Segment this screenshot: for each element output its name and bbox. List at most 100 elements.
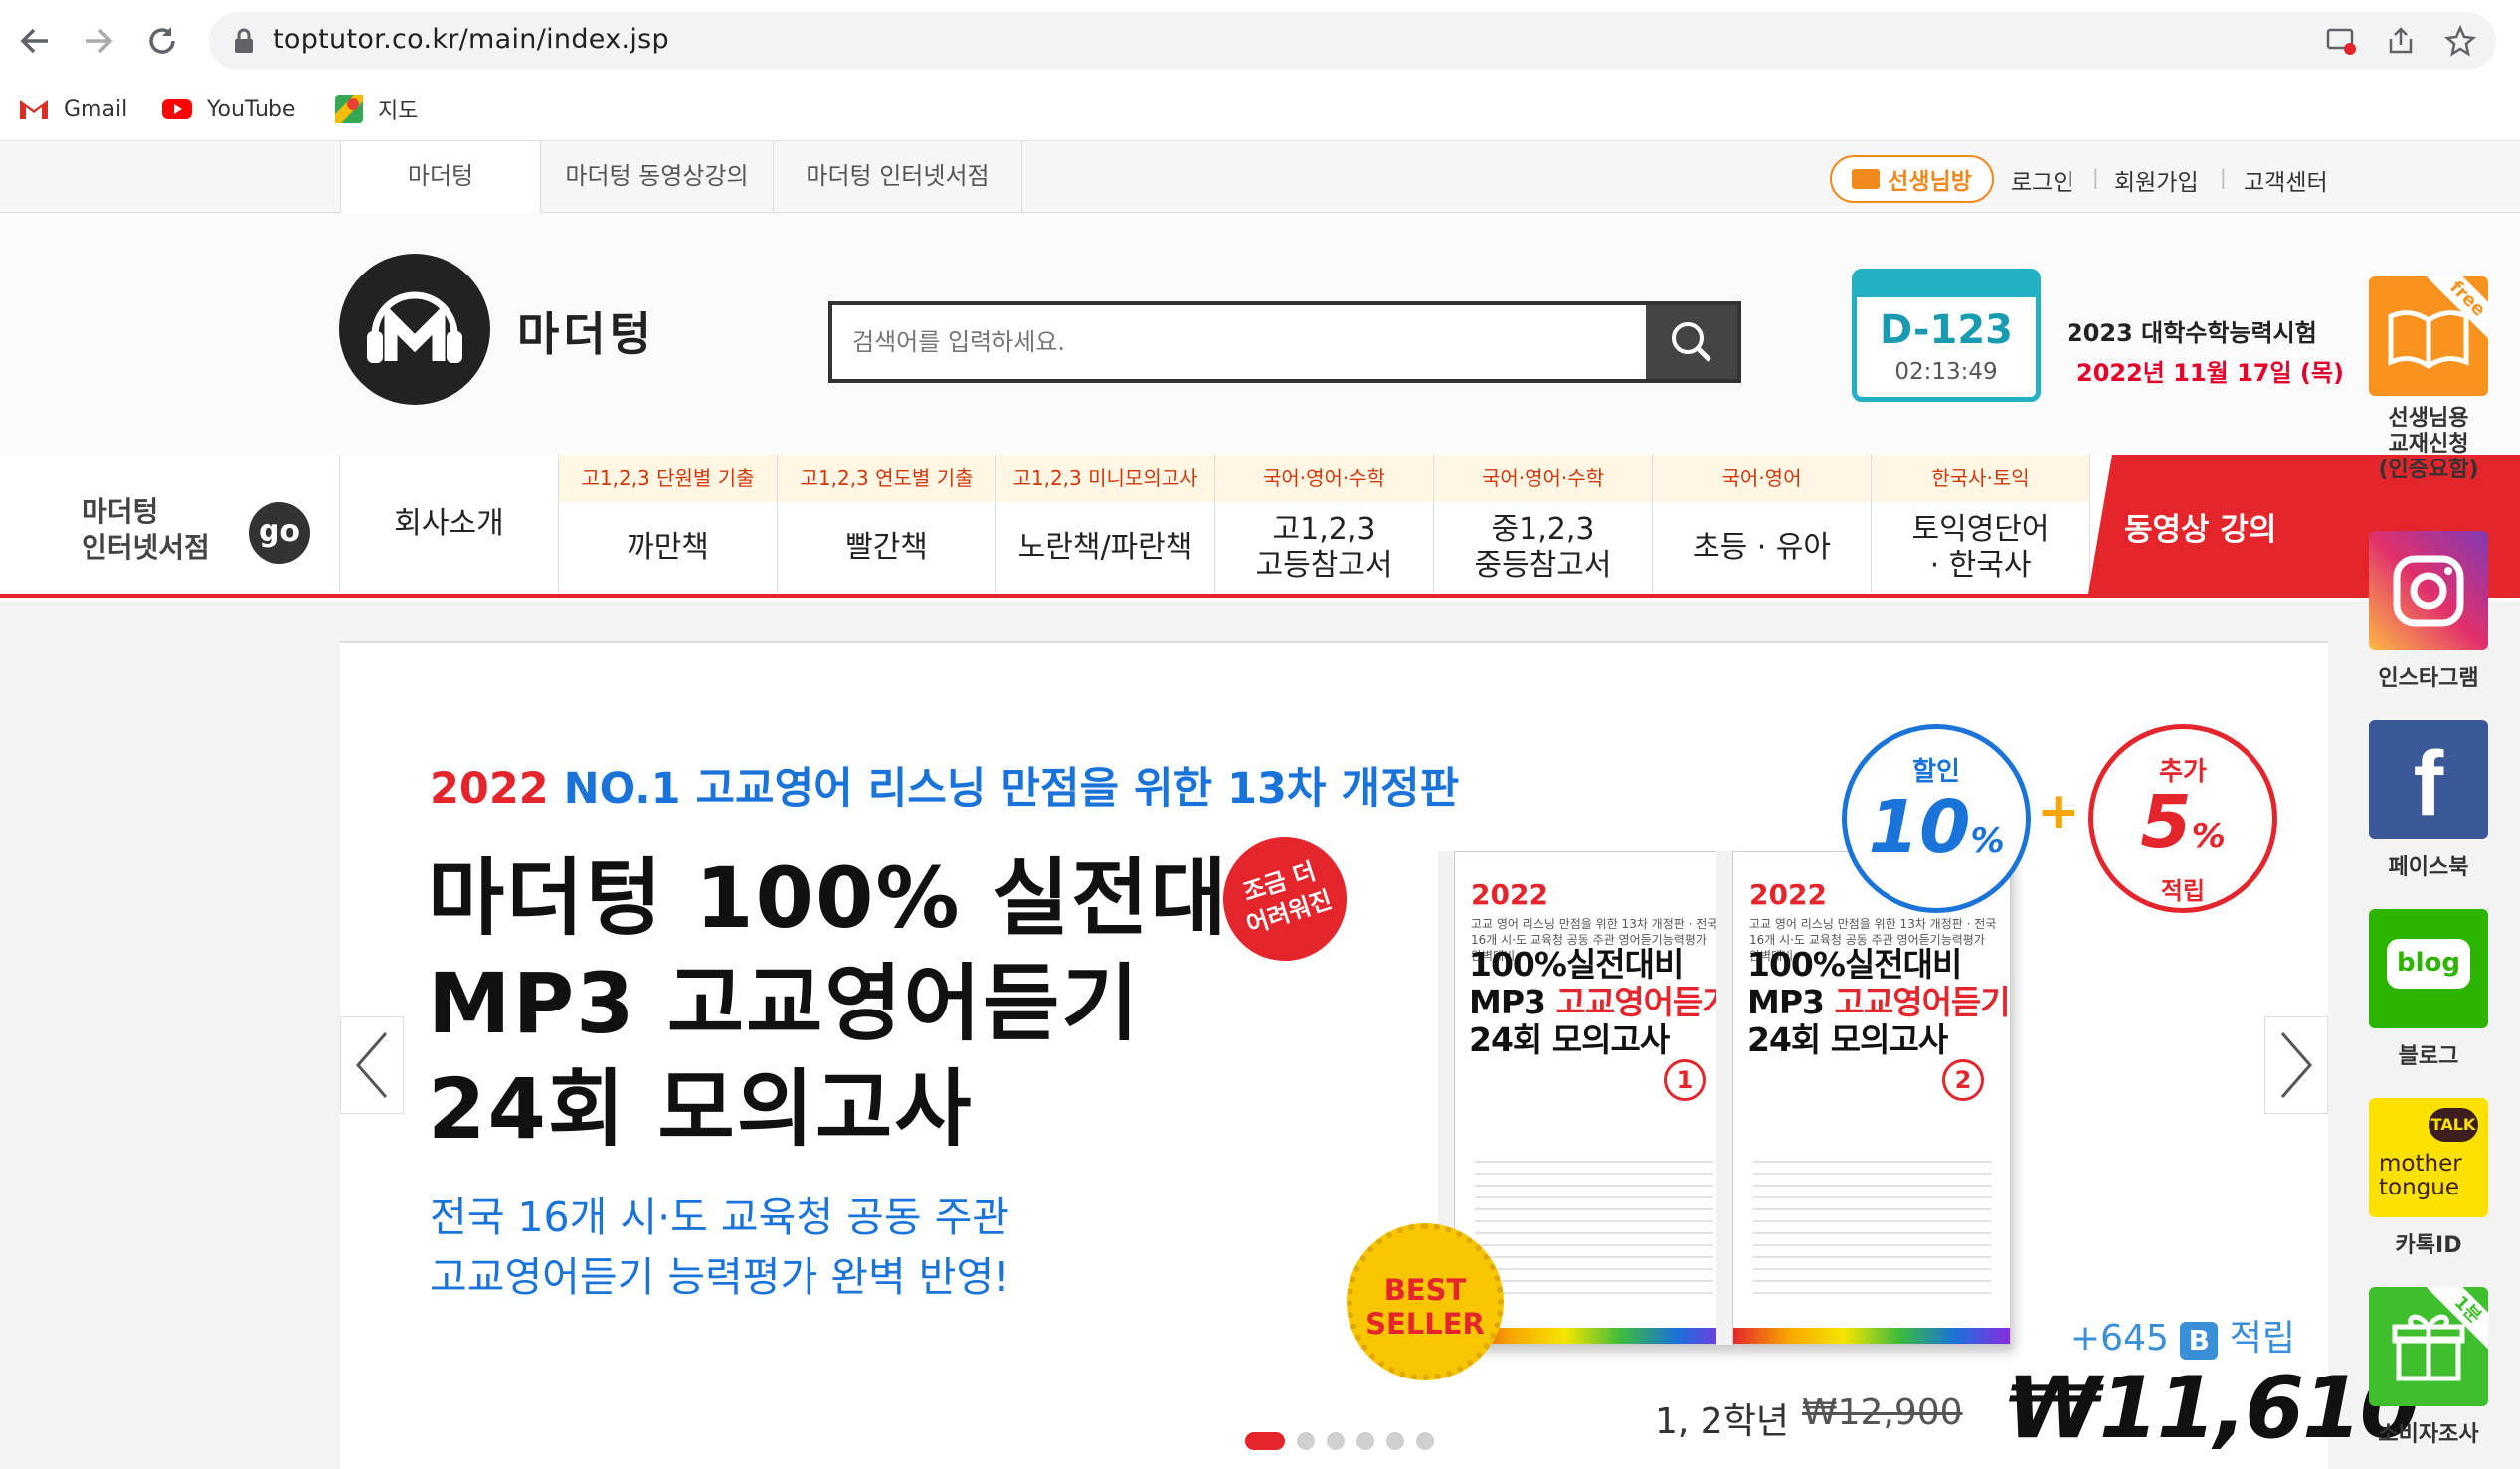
discount-number: 10 [1868, 785, 1971, 870]
teacher-book-request-label: 선생님용 교재신청 (인증요함) [2378, 406, 2479, 482]
search-button[interactable] [1646, 305, 1737, 379]
logo-text[interactable]: 마더텅 [517, 298, 655, 364]
search-input[interactable] [832, 305, 1646, 379]
browser-toolbar: toptutor.co.kr/main/index.jsp [0, 0, 2520, 84]
login-link[interactable]: 로그인 [2011, 163, 2073, 197]
best-seller-badge: BEST SELLER [1347, 1223, 1504, 1380]
book-text-lines [1475, 1151, 1713, 1300]
slide-dot[interactable] [1327, 1432, 1345, 1450]
cast-blocked-icon[interactable] [2325, 25, 2357, 57]
category-sub: 고1,2,3 단원별 기출 [559, 455, 777, 502]
next-slide-button[interactable] [2264, 1016, 2328, 1114]
kakao-button[interactable]: TALK mother tongue [2369, 1098, 2488, 1217]
slide-indicator [1245, 1428, 1446, 1454]
bookmark-gmail[interactable]: Gmail [18, 88, 127, 131]
chevron-right-icon [2280, 1032, 2312, 1098]
facebook-label: 페이스북 [2388, 855, 2469, 880]
slide-dot[interactable] [1386, 1432, 1404, 1450]
dday-counter: D-123 02:13:49 [1852, 269, 2041, 402]
slide-dot[interactable] [1297, 1432, 1315, 1450]
category-main: 까만책 [627, 530, 709, 565]
book-title-line: 100%실전대비 [1469, 945, 1684, 984]
address-bar[interactable]: toptutor.co.kr/main/index.jsp [209, 12, 2496, 70]
nav-category[interactable]: 고1,2,3 단원별 기출 까만책 [559, 455, 778, 594]
extra-number: 5 [2140, 780, 2192, 865]
internet-store-link[interactable]: 마더텅 인터넷서점 go [0, 455, 340, 594]
graduation-cap-icon [1852, 169, 1881, 189]
category-main: 토익영단어 · 한국사 [1911, 512, 2050, 583]
teacher-book-request-button[interactable]: free [2369, 276, 2488, 396]
bookmark-maps[interactable]: 지도 [334, 88, 418, 131]
back-icon[interactable] [8, 14, 62, 68]
share-icon[interactable] [2385, 25, 2417, 57]
instagram-label: 인스타그램 [2378, 666, 2479, 691]
forward-icon[interactable] [72, 14, 125, 68]
divider: | [2220, 165, 2227, 189]
extra-value: 5% [2093, 786, 2272, 871]
calendar-header [1857, 274, 2036, 297]
kakao-text: mother tongue [2379, 1152, 2462, 1199]
category-main: 빨간책 [845, 530, 928, 565]
extra-points-badge: 추가 5% 적립 [2088, 724, 2277, 913]
exam-title: 2023 대학수학능력시험 [2067, 319, 2317, 347]
category-sub: 국어·영어·수학 [1434, 455, 1652, 502]
nav-category[interactable]: 고1,2,3 연도별 기출 빨간책 [778, 455, 996, 594]
tab-internet-store[interactable]: 마더텅 인터넷서점 [774, 141, 1022, 213]
teacher-room-button[interactable]: 선생님방 [1830, 155, 1994, 203]
logo-icon[interactable] [339, 254, 490, 405]
category-sub: 한국사·토익 [1872, 455, 2089, 502]
book-title-line: MP3 고교영어듣기 [1747, 983, 2011, 1021]
prev-slide-button[interactable] [340, 1016, 404, 1114]
category-main: 노란책/파란책 [1017, 530, 1193, 565]
slide-dot[interactable] [1245, 1432, 1285, 1450]
slide-dot[interactable] [1416, 1432, 1434, 1450]
bookmark-star-icon[interactable] [2444, 25, 2476, 57]
signup-link[interactable]: 회원가입 [2114, 163, 2199, 197]
banner-headline: 2022 NO.1 고교영어 리스닝 만점을 위한 13차 개정판 [430, 754, 1459, 816]
exam-date: 2022년 11월 17일 (목) [2076, 359, 2344, 387]
category-sub: 고1,2,3 미니모의고사 [996, 455, 1214, 502]
search-icon [1672, 322, 1711, 362]
reload-icon[interactable] [135, 14, 189, 68]
maps-icon [335, 95, 363, 123]
book-title-part: MP3 [1469, 983, 1556, 1021]
nav-category[interactable]: 한국사·토익 토익영단어 · 한국사 [1872, 455, 2090, 594]
tab-video-lectures[interactable]: 마더텅 동영상강의 [541, 141, 774, 213]
banner-sub-1: 전국 16개 시·도 교육청 공동 주관 [430, 1194, 1010, 1241]
extra-sub: 적립 [2160, 877, 2206, 905]
blog-button[interactable]: blog [2369, 909, 2488, 1028]
customer-center-link[interactable]: 고객센터 [2244, 163, 2328, 197]
bookmark-youtube[interactable]: YouTube [161, 88, 295, 131]
blog-label: 블로그 [2398, 1044, 2459, 1069]
talk-icon: TALK [2429, 1108, 2478, 1142]
slide-dot[interactable] [1356, 1432, 1374, 1450]
bookmark-label: 지도 [378, 99, 419, 124]
go-badge[interactable]: go [249, 502, 310, 564]
chevron-left-icon [356, 1032, 388, 1098]
book-title-line: 24회 모의고사 [1469, 1020, 1670, 1059]
banner-title-3: 24회 모의고사 [428, 1060, 974, 1158]
store-line1: 마더텅 [82, 495, 159, 528]
rainbow-stripe [1733, 1328, 2010, 1344]
tab-mothertongue[interactable]: 마더텅 [340, 141, 541, 214]
main-banner[interactable]: 2022 NO.1 고교영어 리스닝 만점을 위한 13차 개정판 마더텅 10… [340, 641, 2420, 1469]
gmail-icon [20, 100, 48, 119]
book-title-part: 고교영어듣기 [1834, 983, 2010, 1021]
instagram-button[interactable] [2369, 531, 2488, 650]
url-text[interactable]: toptutor.co.kr/main/index.jsp [273, 24, 669, 55]
headline-year: 2022 [430, 764, 549, 814]
points-suffix: 적립 [2229, 1318, 2296, 1359]
book-cover-2[interactable]: 2022 고교 영어 리스닝 만점을 위한 13차 개정판 · 전국 16개 시… [1732, 851, 2011, 1345]
headline-text: NO.1 고교영어 리스닝 만점을 위한 13차 개정판 [563, 764, 1460, 814]
nav-category[interactable]: 고1,2,3 미니모의고사 노란책/파란책 [996, 455, 1215, 594]
survey-button[interactable]: 1분 [2369, 1287, 2488, 1406]
nav-category[interactable]: 국어·영어·수학 고1,2,3 고등참고서 [1215, 455, 1434, 594]
store-line2: 인터넷서점 [82, 531, 210, 564]
nav-category[interactable]: 국어·영어 초등 · 유아 [1653, 455, 1872, 594]
nav-category[interactable]: 국어·영어·수학 중1,2,3 중등참고서 [1434, 455, 1653, 594]
plus-icon: + [2037, 782, 2080, 841]
kakao-label: 카톡ID [2395, 1233, 2462, 1258]
kakao-text-line: tongue [2379, 1175, 2459, 1200]
nav-company[interactable]: 회사소개 [340, 455, 559, 594]
facebook-button[interactable]: f [2369, 720, 2488, 839]
